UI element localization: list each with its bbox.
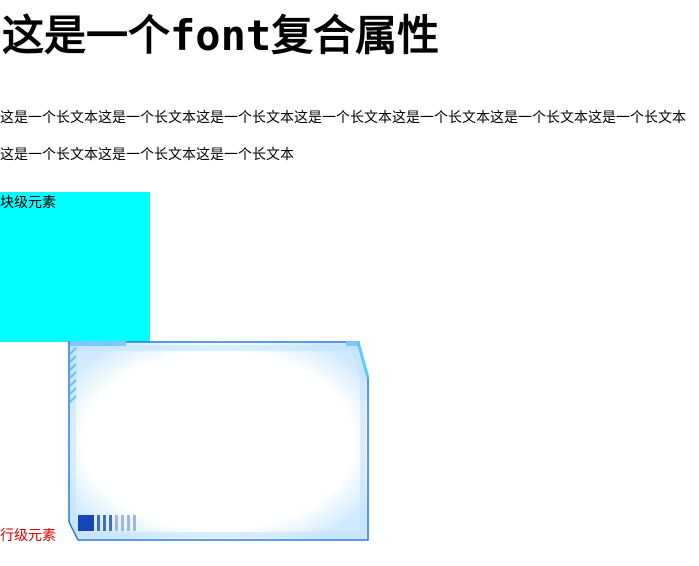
block-element-label: 块级元素 <box>0 195 56 211</box>
inline-element-row: 行级元素 <box>0 340 380 550</box>
block-element-box: 块级元素 <box>0 192 150 342</box>
tech-frame-image <box>68 341 370 541</box>
long-text-paragraph: 这是一个长文本这是一个长文本这是一个长文本这是一个长文本这是一个长文本这是一个长… <box>0 110 686 163</box>
page: 这是一个font复合属性 这是一个长文本这是一个长文本这是一个长文本这是一个长文… <box>0 0 699 566</box>
inline-element-label: 行级元素 <box>0 528 56 544</box>
page-title: 这是一个font复合属性 <box>2 11 440 60</box>
